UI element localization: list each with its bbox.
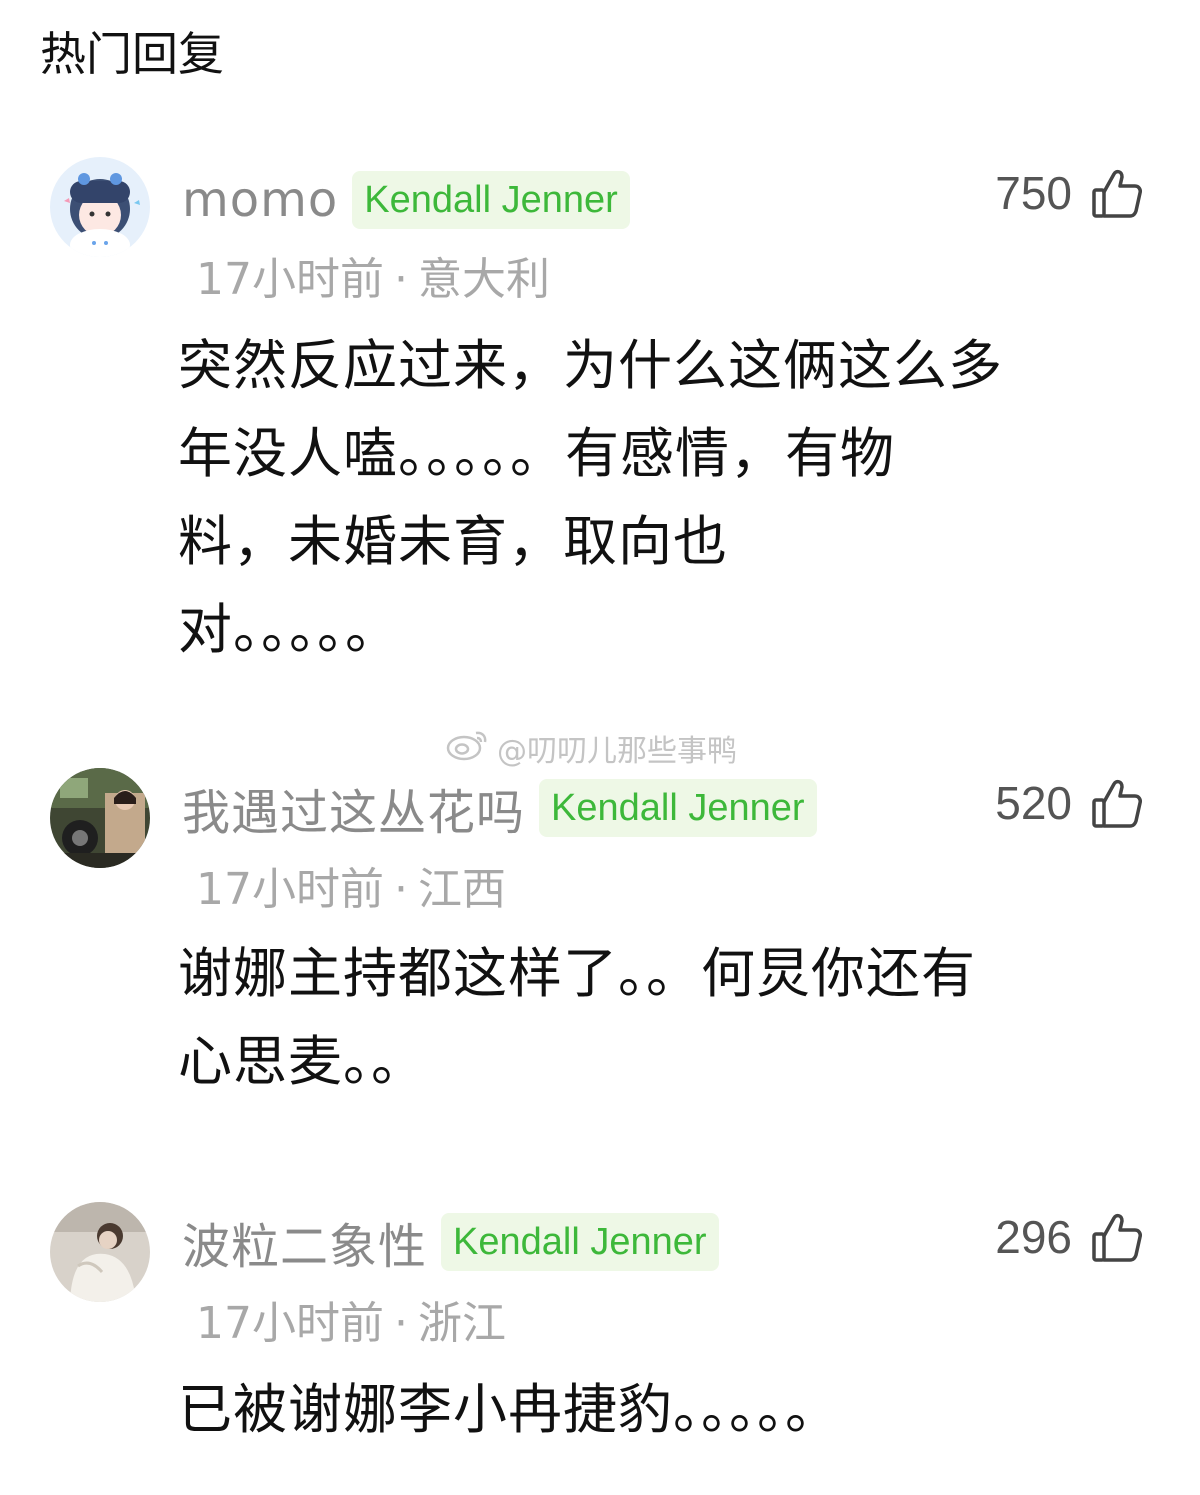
username[interactable]: momo bbox=[182, 172, 338, 228]
avatar[interactable] bbox=[50, 1202, 150, 1302]
comment-text-line: 已被谢娜李小冉捷豹。。。。。 bbox=[178, 1378, 840, 1441]
username[interactable]: 波粒二象性 bbox=[182, 1207, 427, 1277]
comment-time: 17小时前 bbox=[196, 254, 384, 305]
thumbs-up-icon[interactable] bbox=[1090, 166, 1144, 220]
comment-text-line: 心思麦。。 bbox=[178, 1030, 426, 1093]
fan-badge[interactable]: Kendall Jenner bbox=[352, 171, 630, 229]
comment-location: 浙江 bbox=[418, 1298, 506, 1349]
username[interactable]: 我遇过这丛花吗 bbox=[182, 773, 525, 843]
meta-separator: · bbox=[394, 864, 408, 915]
comment-meta: 17小时前 · 意大利 bbox=[196, 250, 550, 310]
comment-text: 谢娜主持都这样了。。何炅你还有 心思麦。。 bbox=[178, 930, 1108, 1106]
comment-location: 意大利 bbox=[418, 254, 550, 305]
comment-time: 17小时前 bbox=[196, 1298, 384, 1349]
like-count: 520 bbox=[995, 777, 1072, 829]
watermark: @叨叨儿那些事鸭 bbox=[445, 726, 737, 770]
comment-text-line: 年没人嗑。。。。。有感情，有物 bbox=[178, 422, 895, 485]
meta-separator: · bbox=[394, 1298, 408, 1349]
comment-meta: 17小时前 · 江西 bbox=[196, 860, 506, 920]
comment-text-line: 料，未婚未育，取向也 bbox=[178, 510, 728, 573]
thumbs-up-icon[interactable] bbox=[1090, 776, 1144, 830]
comment-text-line: 对。。。。。 bbox=[178, 598, 400, 661]
like-button[interactable]: 750 bbox=[995, 158, 1144, 228]
like-button[interactable]: 296 bbox=[995, 1202, 1144, 1272]
weibo-icon bbox=[445, 727, 497, 769]
avatar[interactable] bbox=[50, 157, 150, 257]
comment-time: 17小时前 bbox=[196, 864, 384, 915]
meta-separator: · bbox=[394, 254, 408, 305]
section-title: 热门回复 bbox=[40, 27, 224, 81]
thumbs-up-icon[interactable] bbox=[1090, 1210, 1144, 1264]
like-count: 296 bbox=[995, 1211, 1072, 1263]
like-count: 750 bbox=[995, 167, 1072, 219]
comment-text-line: 突然反应过来，为什么这俩这么多 bbox=[178, 334, 1003, 397]
comment-text-line: 谢娜主持都这样了。。何炅你还有 bbox=[178, 942, 976, 1005]
avatar[interactable] bbox=[50, 768, 150, 868]
like-button[interactable]: 520 bbox=[995, 768, 1144, 838]
comment-meta: 17小时前 · 浙江 bbox=[196, 1294, 506, 1354]
fan-badge[interactable]: Kendall Jenner bbox=[539, 779, 817, 837]
comment-location: 江西 bbox=[418, 864, 506, 915]
comment-text: 突然反应过来，为什么这俩这么多 年没人嗑。。。。。有感情，有物 料，未婚未育，取… bbox=[178, 322, 1108, 674]
watermark-text: @叨叨儿那些事鸭 bbox=[497, 734, 737, 769]
comment-text: 已被谢娜李小冉捷豹。。。。。 bbox=[178, 1366, 1108, 1454]
fan-badge[interactable]: Kendall Jenner bbox=[441, 1213, 719, 1271]
